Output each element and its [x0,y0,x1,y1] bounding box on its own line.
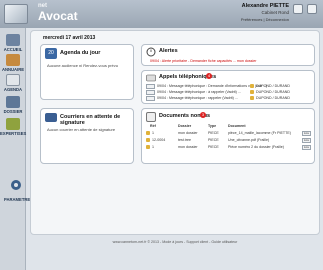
flag-icon [146,131,150,135]
doc-name[interactable]: Pièce numéro 2 du dossier (Fraille) [228,145,284,149]
doc-ref: 1 [152,131,154,135]
appel-who: DUPOND / DURAND [256,90,290,94]
alert-line[interactable]: 09/04 : Alerte prioritaire - Demander fi… [150,59,256,63]
sidebar-label: ACCUEIL [3,47,23,52]
envelope-icon [45,113,57,122]
alertes-panel[interactable]: Alertes 09/04 : Alerte prioritaire - Dem… [141,44,315,66]
doc-ref: 12-0004 [152,138,166,142]
courriers-empty-text: Aucun courrier en attente de signature [47,127,116,132]
alarm-clock-icon [146,47,156,57]
sidebar-item-agenda[interactable]: AGENDA [0,74,26,92]
doc-dossier[interactable]: mon dossier [178,145,198,149]
settings-label: PARAMETRES [4,197,34,202]
expertise-icon [6,118,20,130]
sidebar-item-annuaire[interactable]: ANNUAIRE [0,54,26,72]
footer[interactable]: www.cannetom-net.fr © 2013 - Mode à jour… [30,240,320,244]
doc-dossier[interactable]: mon dossier [178,131,198,135]
sidebar-item-accueil[interactable]: ACCUEIL [0,34,26,52]
col-dossier: Dossier [178,124,192,128]
documents-panel[interactable]: Documents non lus 3 Réf Dossier Type Doc… [141,108,315,164]
agenda-panel[interactable]: 20 Agenda du jour Aucune audience ni Ren… [40,44,134,100]
document-icon [146,112,156,122]
courriers-title: Courriers en attente de signature [60,114,121,126]
mail-icon[interactable] [293,4,303,14]
help-icon[interactable] [307,4,317,14]
agenda-empty-text: Aucune audience ni Rendez-vous prévu [47,63,118,68]
user-name: Alexandre PIETTE [241,3,289,9]
logo[interactable] [0,0,36,28]
lire-button[interactable]: Lire [302,138,311,143]
current-date: mercredi 17 avril 2013 [43,35,96,41]
appel-who: DUPOND / DURAND [256,84,290,88]
folder-icon [6,96,20,108]
lire-button[interactable]: Lire [302,145,311,150]
doc-ref: 1 [152,145,154,149]
settings-button[interactable]: PARAMETRES [4,178,34,202]
brand-name: Avocat [38,9,78,23]
alertes-title: Alertes [159,48,178,54]
sidebar-label: ANNUAIRE [1,67,25,72]
gear-icon [11,180,21,190]
appel-row[interactable]: 09/04 : Message téléphonique : rappeler … [157,96,238,100]
doc-dossier[interactable]: test.tree [178,138,191,142]
dashboard: mercredi 17 avril 2013 20 Agenda du jour… [30,30,320,235]
lire-button[interactable] [146,90,155,95]
sidebar-label: DOSSIER [3,109,23,114]
appels-panel[interactable]: Appels téléphoniques 4 09/04 : Message t… [141,70,315,104]
flag-icon [146,145,150,149]
doc-name[interactable]: pièce_14_maille_lacomme (Fr PIETTE) [228,131,291,135]
doc-name[interactable]: Une_citvanne.pdf (Fraille) [228,138,269,142]
flag-icon [146,138,150,142]
phone-icon [146,74,156,82]
appel-row[interactable]: 09/04 : Message téléphonique : à rappele… [157,90,241,94]
col-ref: Réf [150,124,156,128]
col-document: Document [228,124,246,128]
lire-button[interactable] [146,84,155,89]
doc-type: PIECE [208,145,219,149]
user-links[interactable]: Préférences | Déconnexion [241,17,289,22]
sidebar-label: EXPERTISES [0,131,27,136]
lire-button[interactable] [146,96,155,101]
app-header: net Avocat Alexandre PIETTE Cabinet Rond… [0,0,323,28]
col-type: Type [208,124,217,128]
lire-button[interactable]: Lire [302,131,311,136]
doc-type: PIECE [208,138,219,142]
contacts-icon [6,54,20,66]
calendar-icon [6,74,20,86]
documents-count-badge: 3 [200,112,206,118]
flag-icon [250,84,254,88]
doc-type: PIECE [208,131,219,135]
home-icon [6,34,20,46]
flag-icon [250,96,254,100]
agenda-title: Agenda du jour [60,50,101,56]
calendar-icon: 20 [45,48,57,59]
sidebar: ACCUEIL ANNUAIRE AGENDA DOSSIER EXPERTIS… [0,28,26,270]
appel-who: DUPOND / DURAND [256,96,290,100]
sidebar-item-dossier[interactable]: DOSSIER [0,96,26,114]
appels-count-badge: 4 [206,73,212,79]
sidebar-item-expertises[interactable]: EXPERTISES [0,118,26,136]
user-firm: Cabinet Rond [261,10,289,15]
flag-icon [250,90,254,94]
courriers-panel[interactable]: Courriers en attente de signature Aucun … [40,108,134,164]
sidebar-label: AGENDA [3,87,23,92]
